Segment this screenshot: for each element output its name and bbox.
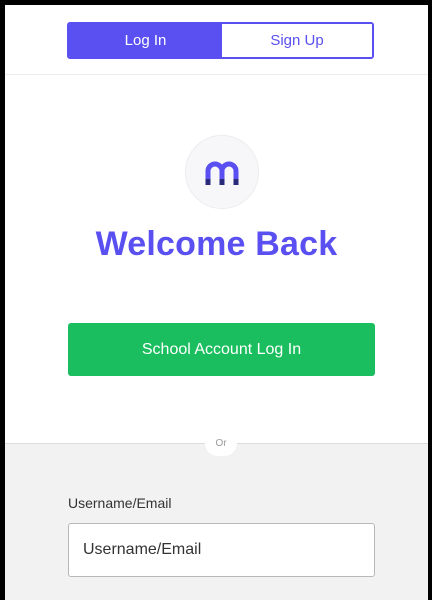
brand-logo xyxy=(185,135,259,209)
auth-header: Log In Sign Up xyxy=(5,5,428,75)
login-page: Log In Sign Up Welcome Back School Accou… xyxy=(0,0,432,600)
or-divider: Or xyxy=(205,430,237,456)
tab-log-in[interactable]: Log In xyxy=(69,24,222,57)
username-input[interactable] xyxy=(68,523,375,577)
school-account-login-button[interactable]: School Account Log In xyxy=(68,323,375,376)
page-title: Welcome Back xyxy=(95,225,338,263)
auth-tabs: Log In Sign Up xyxy=(67,22,374,59)
m-logo-icon xyxy=(205,161,239,185)
username-label: Username/Email xyxy=(68,495,172,511)
tab-sign-up[interactable]: Sign Up xyxy=(222,24,372,57)
